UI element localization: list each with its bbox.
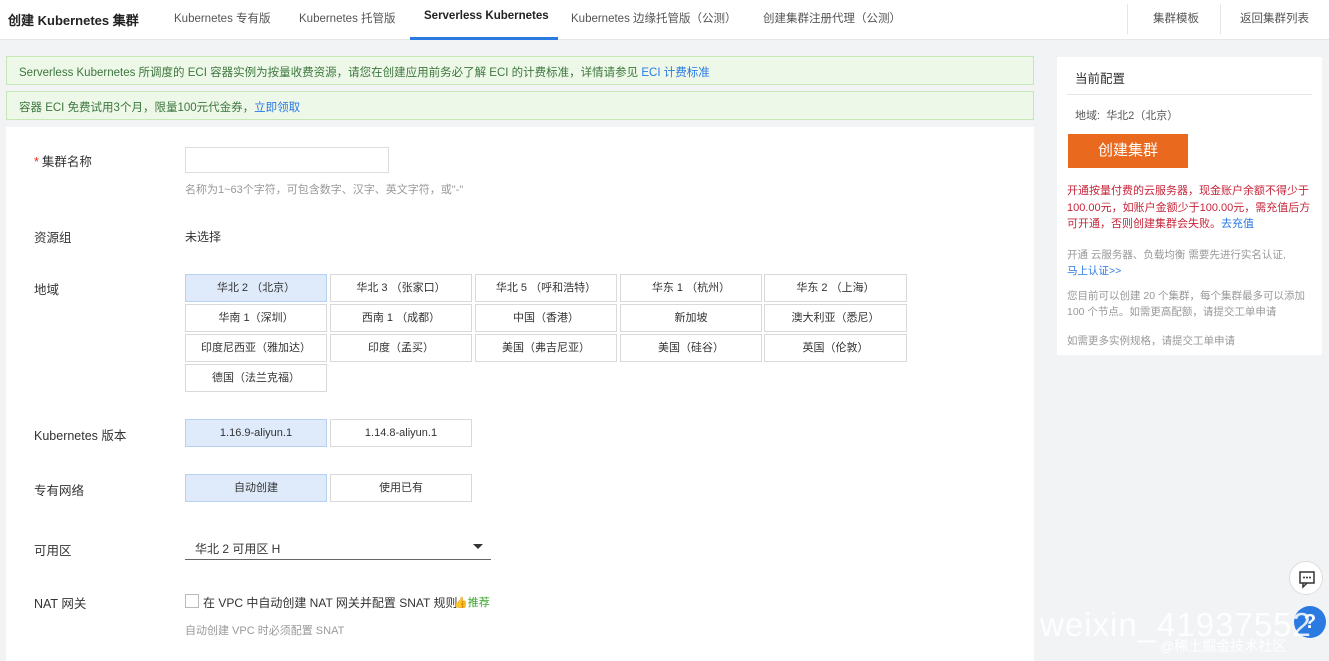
current-config-panel: 当前配置 地域: 华北2（北京） 创建集群 开通按量付费的云服务器，现金账户余额… bbox=[1057, 57, 1322, 355]
caret-down-icon bbox=[473, 544, 483, 549]
nat-gateway-hint: 自动创建 VPC 时必须配置 SNAT bbox=[185, 625, 345, 637]
region-option[interactable]: 澳大利亚（悉尼） bbox=[764, 304, 907, 332]
eci-billing-notice: Serverless Kubernetes 所调度的 ECI 容器实例为按量收费… bbox=[6, 56, 1034, 85]
region-option[interactable]: 英国（伦敦） bbox=[764, 334, 907, 362]
quota-note: 您目前可以创建 20 个集群，每个集群最多可以添加 100 个节点。如需更高配额… bbox=[1067, 290, 1306, 318]
region-option[interactable]: 印度尼西亚（雅加达） bbox=[185, 334, 327, 362]
juejin-watermark: @稀土掘金技术社区 bbox=[1160, 638, 1287, 654]
cluster-name-input[interactable] bbox=[185, 147, 389, 173]
zone-label: 可用区 bbox=[34, 544, 72, 558]
tab-register-agent[interactable]: 创建集群注册代理（公测） bbox=[763, 10, 901, 26]
region-option[interactable]: 华北 3 （张家口） bbox=[330, 274, 472, 302]
region-option[interactable]: 西南 1 （成都） bbox=[330, 304, 472, 332]
feedback-button[interactable] bbox=[1289, 561, 1323, 595]
active-tab-indicator bbox=[410, 37, 558, 40]
region-option[interactable]: 华南 1（深圳） bbox=[185, 304, 327, 332]
region-option[interactable]: 美国（弗吉尼亚） bbox=[475, 334, 617, 362]
nav-divider bbox=[1127, 4, 1128, 34]
k8s-version-label: Kubernetes 版本 bbox=[34, 429, 127, 443]
region-label: 地域 bbox=[34, 283, 60, 297]
chat-icon bbox=[1299, 571, 1315, 589]
cluster-name-label: * 集群名称 bbox=[34, 155, 92, 169]
recommend-badge: 👍推荐 bbox=[454, 597, 490, 609]
tab-serverless[interactable]: Serverless Kubernetes bbox=[424, 10, 549, 22]
nat-gateway-label: NAT 网关 bbox=[34, 597, 87, 611]
tab-managed[interactable]: Kubernetes 托管版 bbox=[299, 10, 396, 26]
required-mark: * bbox=[34, 155, 39, 169]
region-option[interactable]: 华东 2 （上海） bbox=[764, 274, 907, 302]
page-title: 创建 Kubernetes 集群 bbox=[8, 13, 139, 28]
eci-billing-link[interactable]: ECI 计费标准 bbox=[641, 67, 709, 79]
region-option[interactable]: 印度（孟买） bbox=[330, 334, 472, 362]
k8s-version-option[interactable]: 1.14.8-aliyun.1 bbox=[330, 419, 472, 447]
k8s-version-option[interactable]: 1.16.9-aliyun.1 bbox=[185, 419, 327, 447]
claim-now-link[interactable]: 立即领取 bbox=[254, 102, 300, 114]
region-option[interactable]: 新加坡 bbox=[620, 304, 762, 332]
thumbs-up-icon: 👍 bbox=[454, 597, 468, 609]
cluster-name-hint: 名称为1~63个字符，可包含数字、汉字、英文字符，或"-" bbox=[185, 184, 464, 196]
vpc-use-existing-option[interactable]: 使用已有 bbox=[330, 474, 472, 502]
back-to-list-link[interactable]: 返回集群列表 bbox=[1240, 10, 1309, 26]
top-nav: 创建 Kubernetes 集群 Kubernetes 专有版 Kubernet… bbox=[0, 0, 1329, 40]
nat-gateway-checkbox[interactable] bbox=[185, 594, 199, 608]
eci-trial-notice: 容器 ECI 免费试用3个月，限量100元代金券，立即领取 bbox=[6, 91, 1034, 120]
eci-trial-text: 容器 ECI 免费试用3个月，限量100元代金券， bbox=[19, 102, 255, 114]
instance-spec-note: 如需更多实例规格，请提交工单申请 bbox=[1067, 335, 1235, 347]
nav-divider bbox=[1220, 4, 1221, 34]
vpc-label: 专有网络 bbox=[34, 484, 85, 498]
divider bbox=[1067, 94, 1312, 95]
zone-select[interactable]: 华北 2 可用区 H bbox=[185, 530, 491, 560]
region-option[interactable]: 华北 2 （北京） bbox=[185, 274, 327, 302]
create-cluster-button[interactable]: 创建集群 bbox=[1068, 134, 1188, 168]
resource-group-label: 资源组 bbox=[34, 231, 72, 245]
verify-now-link[interactable]: 马上认证>> bbox=[1067, 265, 1121, 277]
tab-edge[interactable]: Kubernetes 边缘托管版（公测） bbox=[571, 10, 737, 26]
current-config-title: 当前配置 bbox=[1075, 72, 1126, 86]
eci-billing-text: Serverless Kubernetes 所调度的 ECI 容器实例为按量收费… bbox=[19, 67, 642, 79]
cluster-template-link[interactable]: 集群模板 bbox=[1153, 10, 1199, 26]
region-option[interactable]: 华东 1 （杭州） bbox=[620, 274, 762, 302]
config-region: 地域: 华北2（北京） bbox=[1075, 110, 1179, 122]
region-option[interactable]: 德国（法兰克福） bbox=[185, 364, 327, 392]
config-region-value: 华北2（北京） bbox=[1106, 110, 1179, 122]
realname-note: 开通 云服务器、负载均衡 需要先进行实名认证, 马上认证>> bbox=[1067, 249, 1286, 277]
vpc-auto-create-option[interactable]: 自动创建 bbox=[185, 474, 327, 502]
region-option[interactable]: 华北 5 （呼和浩特） bbox=[475, 274, 617, 302]
tab-dedicated[interactable]: Kubernetes 专有版 bbox=[174, 10, 271, 26]
resource-group-value[interactable]: 未选择 bbox=[185, 228, 221, 245]
balance-warning: 开通按量付费的云服务器，现金账户余额不得少于100.00元，如账户金额少于100… bbox=[1067, 185, 1311, 230]
cluster-form: * 集群名称 名称为1~63个字符，可包含数字、汉字、英文字符，或"-" 资源组 … bbox=[6, 127, 1034, 661]
zone-select-value: 华北 2 可用区 H bbox=[195, 542, 281, 556]
region-option[interactable]: 中国（香港） bbox=[475, 304, 617, 332]
nat-gateway-checkbox-label[interactable]: 在 VPC 中自动创建 NAT 网关并配置 SNAT 规则 bbox=[203, 594, 457, 611]
region-option[interactable]: 美国（硅谷） bbox=[620, 334, 762, 362]
recharge-link[interactable]: 去充值 bbox=[1221, 218, 1254, 230]
